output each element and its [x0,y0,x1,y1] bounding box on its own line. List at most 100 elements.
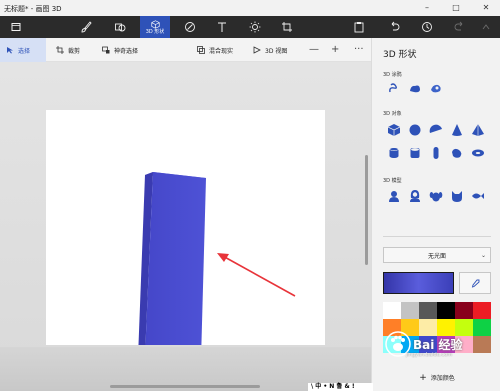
magic-select-button[interactable]: 神奇选择 [102,38,138,62]
woman-model-button[interactable] [407,188,423,204]
color-swatch[interactable] [473,319,491,336]
horizontal-scrollbar[interactable] [110,385,260,388]
objects-row-2 [386,145,486,161]
tab-stickers[interactable] [176,16,204,38]
cylinder-icon [389,147,399,158]
cylinder-button[interactable] [386,145,402,161]
capsule-button[interactable] [428,145,444,161]
history-button[interactable] [413,16,441,38]
hemisphere-icon [429,124,442,133]
cone-icon [452,124,462,136]
zoom-in-button[interactable]: + [331,44,339,56]
view-3d-label: 3D 视图 [265,47,288,55]
undo-icon [391,21,400,31]
crop-icon [56,46,64,54]
mixed-reality-button[interactable]: 混合现实 [197,38,233,62]
color-swatch[interactable] [473,336,491,353]
tube-doodle-button[interactable] [428,80,444,96]
mixed-reality-label: 混合现实 [209,47,234,55]
pyramid-button[interactable] [470,122,486,138]
color-swatch[interactable] [419,302,437,319]
paste-button[interactable] [345,16,373,38]
cat-icon [452,191,462,202]
zoom-out-button[interactable]: — [309,44,319,56]
panel-title: 3D 形状 [383,50,417,60]
color-swatch[interactable] [401,302,419,319]
menu-icon [11,23,21,31]
tab-3d-shapes-label: 3D 形状 [145,28,165,35]
magic-select-icon [102,46,110,54]
menu-button[interactable] [2,16,30,38]
eyedropper-icon [471,279,479,288]
more-options-button[interactable]: ··· [354,44,364,56]
tab-effects[interactable] [241,16,269,38]
tab-2d-shapes[interactable] [106,16,134,38]
soft-doodle-icon [410,85,420,93]
canvas[interactable] [46,110,325,345]
color-swatch[interactable] [437,302,455,319]
man-icon [389,191,399,202]
text-icon [218,22,226,32]
chevron-down-icon: ⌄ [480,252,486,259]
woman-icon [410,190,420,202]
red-arrow-annotation [217,253,296,297]
torus-button[interactable] [470,145,486,161]
crop-button[interactable]: 裁剪 [56,38,80,62]
view-3d-icon [253,46,261,54]
redo-button[interactable] [446,16,474,38]
view-3d-button[interactable]: 3D 视图 [253,38,287,62]
man-model-button[interactable] [386,188,402,204]
objects-row-1 [386,122,486,138]
material-dropdown[interactable]: 无光面 ⌄ [383,247,491,263]
cube-button[interactable] [386,122,402,138]
objects-section-title: 3D 对象 [383,111,402,117]
tab-text[interactable] [208,16,236,38]
dog-model-button[interactable] [428,188,444,204]
add-color-label: 添加颜色 [430,375,455,382]
cone-button[interactable] [449,122,465,138]
close-icon[interactable]: ✕ [481,3,491,13]
history-icon [422,22,432,32]
sphere-button[interactable] [407,122,423,138]
donut-icon [452,148,462,158]
more-icon [482,24,490,30]
add-color-button[interactable]: + 添加颜色 [383,371,491,384]
vertical-scrollbar[interactable] [365,155,368,265]
tube-button[interactable] [407,145,423,161]
fish-model-button[interactable] [470,188,486,204]
hemisphere-button[interactable] [428,122,444,138]
donut-button[interactable] [449,145,465,161]
3d-cuboid[interactable] [138,172,206,345]
pyramid-icon [472,124,484,136]
watermark-text: Bai 经验 [413,337,463,352]
sharp-edge-doodle-button[interactable] [386,80,402,96]
color-swatch[interactable] [455,302,473,319]
tube-doodle-icon [431,84,441,93]
color-swatch[interactable] [473,302,491,319]
color-swatch[interactable] [383,302,401,319]
toolbar: 选择 裁剪 神奇选择 混合现实 3D 视图 — + ··· [0,38,371,62]
dog-icon [429,192,443,202]
eyedropper-button[interactable] [459,272,491,294]
soft-edge-doodle-button[interactable] [407,80,423,96]
tab-canvas[interactable] [273,16,301,38]
more-button[interactable] [472,16,500,38]
crop-label: 裁剪 [68,47,81,55]
undo-button[interactable] [380,16,408,38]
minimize-icon[interactable]: – [422,3,432,13]
tab-brushes[interactable] [72,16,100,38]
fish-icon [472,193,484,199]
paint-3d-window: 无标题* - 画图 3D – □ ✕ 3D 形状 选择 裁剪 神奇选择 混合现实… [0,0,500,391]
sphere-icon [409,124,421,136]
select-button[interactable]: 选择 [0,38,46,62]
maximize-icon[interactable]: □ [451,3,461,13]
canvas-icon [282,22,292,32]
tab-3d-shapes[interactable]: 3D 形状 [140,16,170,38]
workspace [0,62,371,391]
brushes-icon [81,21,92,33]
stickers-icon [185,22,195,32]
tube-icon [410,148,420,158]
cat-model-button[interactable] [449,188,465,204]
current-color-swatch[interactable] [383,272,454,294]
title-bar: 无标题* - 画图 3D – □ ✕ [0,0,500,16]
